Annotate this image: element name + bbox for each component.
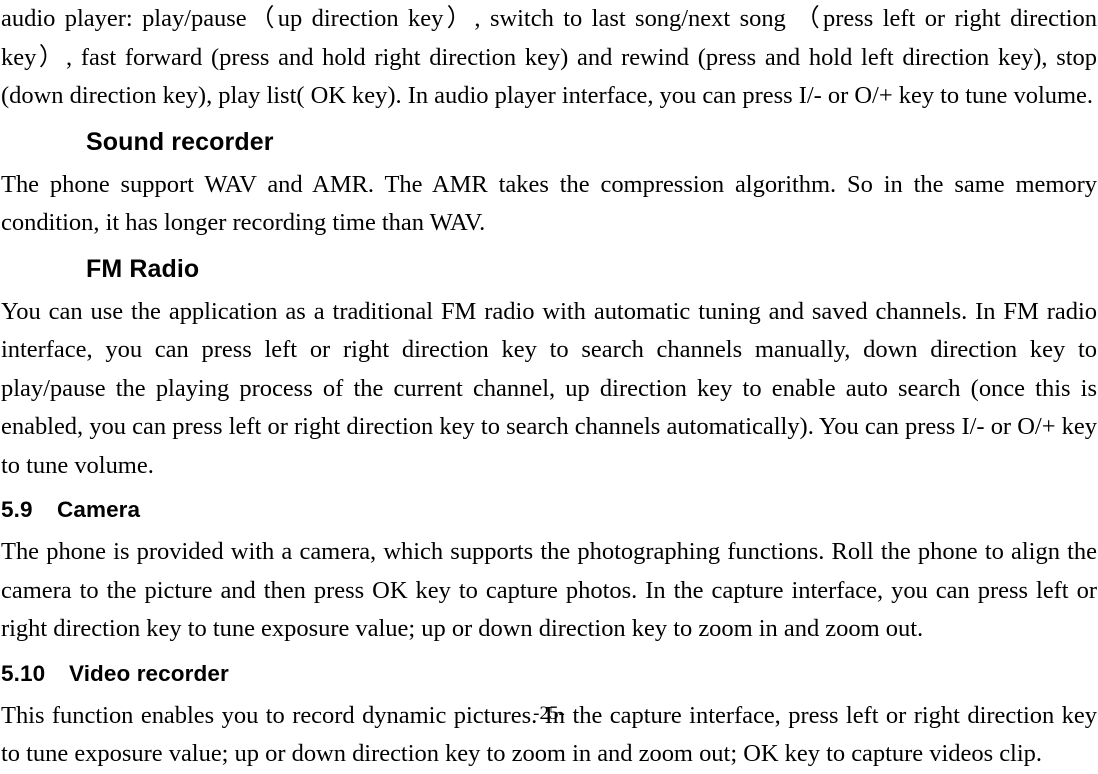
heading-camera: 5.9 Camera: [1, 495, 1097, 525]
paragraph-fm-radio: You can use the application as a traditi…: [1, 297, 1097, 479]
heading-video-recorder-number: 5.10: [1, 660, 46, 686]
manual-page: audio player: play/pause（up direction ke…: [0, 0, 1098, 767]
heading-camera-number: 5.9: [1, 497, 33, 522]
paragraph-audio-player: audio player: play/pause（up direction ke…: [1, 5, 1097, 109]
heading-sound-recorder: Sound recorder: [86, 127, 274, 156]
page-number: -25-: [533, 703, 565, 724]
heading-fm-radio: FM Radio: [86, 254, 200, 283]
paragraph-sound-recorder: The phone support WAV and AMR. The AMR t…: [1, 170, 1097, 237]
heading-camera-label: Camera: [57, 497, 141, 522]
heading-video-recorder: 5.10 Video recorder: [1, 659, 1097, 689]
heading-video-recorder-label: Video recorder: [69, 660, 229, 686]
paragraph-camera: The phone is provided with a camera, whi…: [1, 538, 1097, 642]
